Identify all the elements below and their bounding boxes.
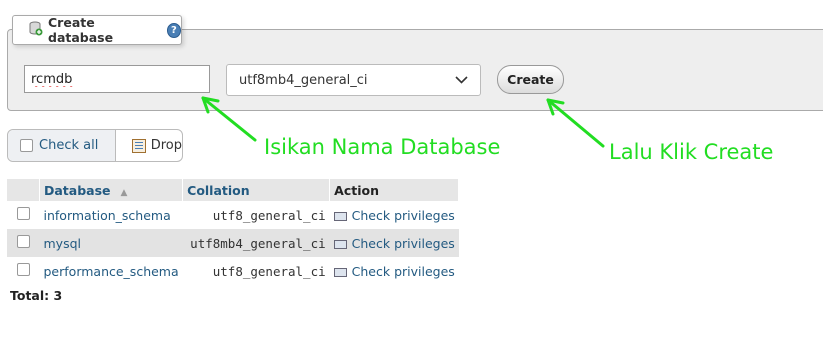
- help-icon[interactable]: ?: [166, 22, 181, 38]
- annotation-arrows: [201, 96, 605, 148]
- legend-title: Create database: [48, 15, 114, 45]
- create-database-legend: Create database ?: [12, 15, 182, 45]
- annotation-create-hint: Lalu Klik Create: [609, 140, 774, 164]
- database-add-icon: [29, 21, 43, 40]
- annotation-name-hint: Isikan Nama Database: [264, 135, 501, 159]
